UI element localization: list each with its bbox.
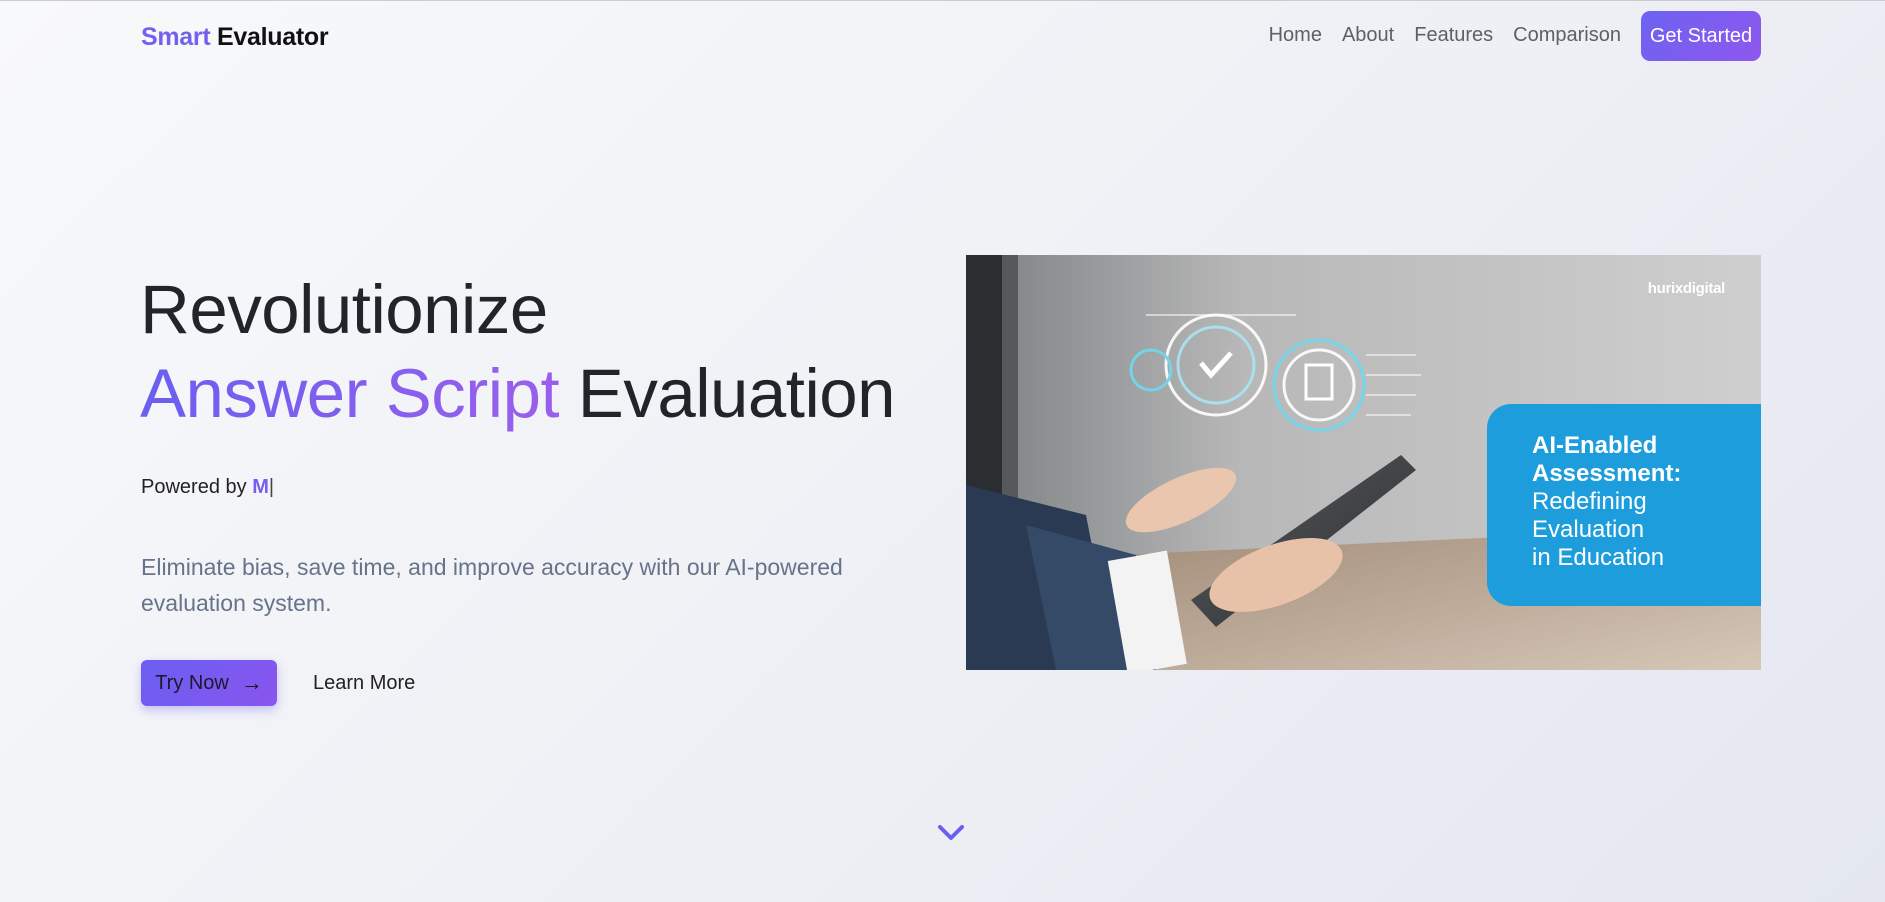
- learn-more-button[interactable]: Learn More: [313, 672, 415, 695]
- nav-link-features[interactable]: Features: [1414, 24, 1493, 47]
- hero-title-highlight: Answer Script: [140, 355, 560, 432]
- arrow-right-icon: →: [240, 670, 263, 695]
- nav-links: Home About Features Comparison: [1269, 24, 1621, 47]
- hero-image: hurixdigital AI-Enabled Assessment: Rede…: [966, 255, 1761, 670]
- image-brand-text: hurixdigital: [1647, 280, 1726, 297]
- try-now-label: Try Now: [155, 671, 229, 694]
- caption-bold-1: AI-Enabled: [1532, 432, 1658, 459]
- image-caption-card: AI-Enabled Assessment: Redefining Evalua…: [1487, 404, 1761, 606]
- caption-light-2: Evaluation: [1532, 516, 1645, 543]
- typing-cursor: |: [268, 476, 275, 498]
- brand-accent: Smart: [141, 23, 211, 51]
- brand-logo[interactable]: Smart Evaluator: [141, 23, 329, 52]
- chevron-down-icon[interactable]: [936, 818, 966, 848]
- nav-link-about[interactable]: About: [1342, 24, 1394, 47]
- hero-title-line1: Revolutionize: [140, 271, 548, 348]
- get-started-button[interactable]: Get Started: [1641, 11, 1761, 61]
- brand-rest: Evaluator: [217, 23, 329, 51]
- try-now-button[interactable]: Try Now →: [141, 660, 277, 706]
- hero-title: Revolutionize Answer Script Evaluation: [140, 268, 896, 436]
- nav-link-comparison[interactable]: Comparison: [1513, 24, 1621, 47]
- powered-by: Powered by M|: [141, 476, 274, 499]
- hero-description: Eliminate bias, save time, and improve a…: [141, 554, 843, 616]
- caption-bold-2: Assessment:: [1532, 460, 1682, 487]
- caption-light-3: in Education: [1532, 544, 1665, 571]
- navbar: Smart Evaluator Home About Features Comp…: [141, 11, 1761, 61]
- top-border: [0, 0, 1885, 1]
- powered-prefix: Powered by: [141, 476, 247, 498]
- caption-light-1: Redefining: [1532, 488, 1647, 515]
- nav-link-home[interactable]: Home: [1269, 24, 1322, 47]
- hero-title-rest: Evaluation: [577, 355, 896, 432]
- powered-typed: M: [252, 476, 269, 498]
